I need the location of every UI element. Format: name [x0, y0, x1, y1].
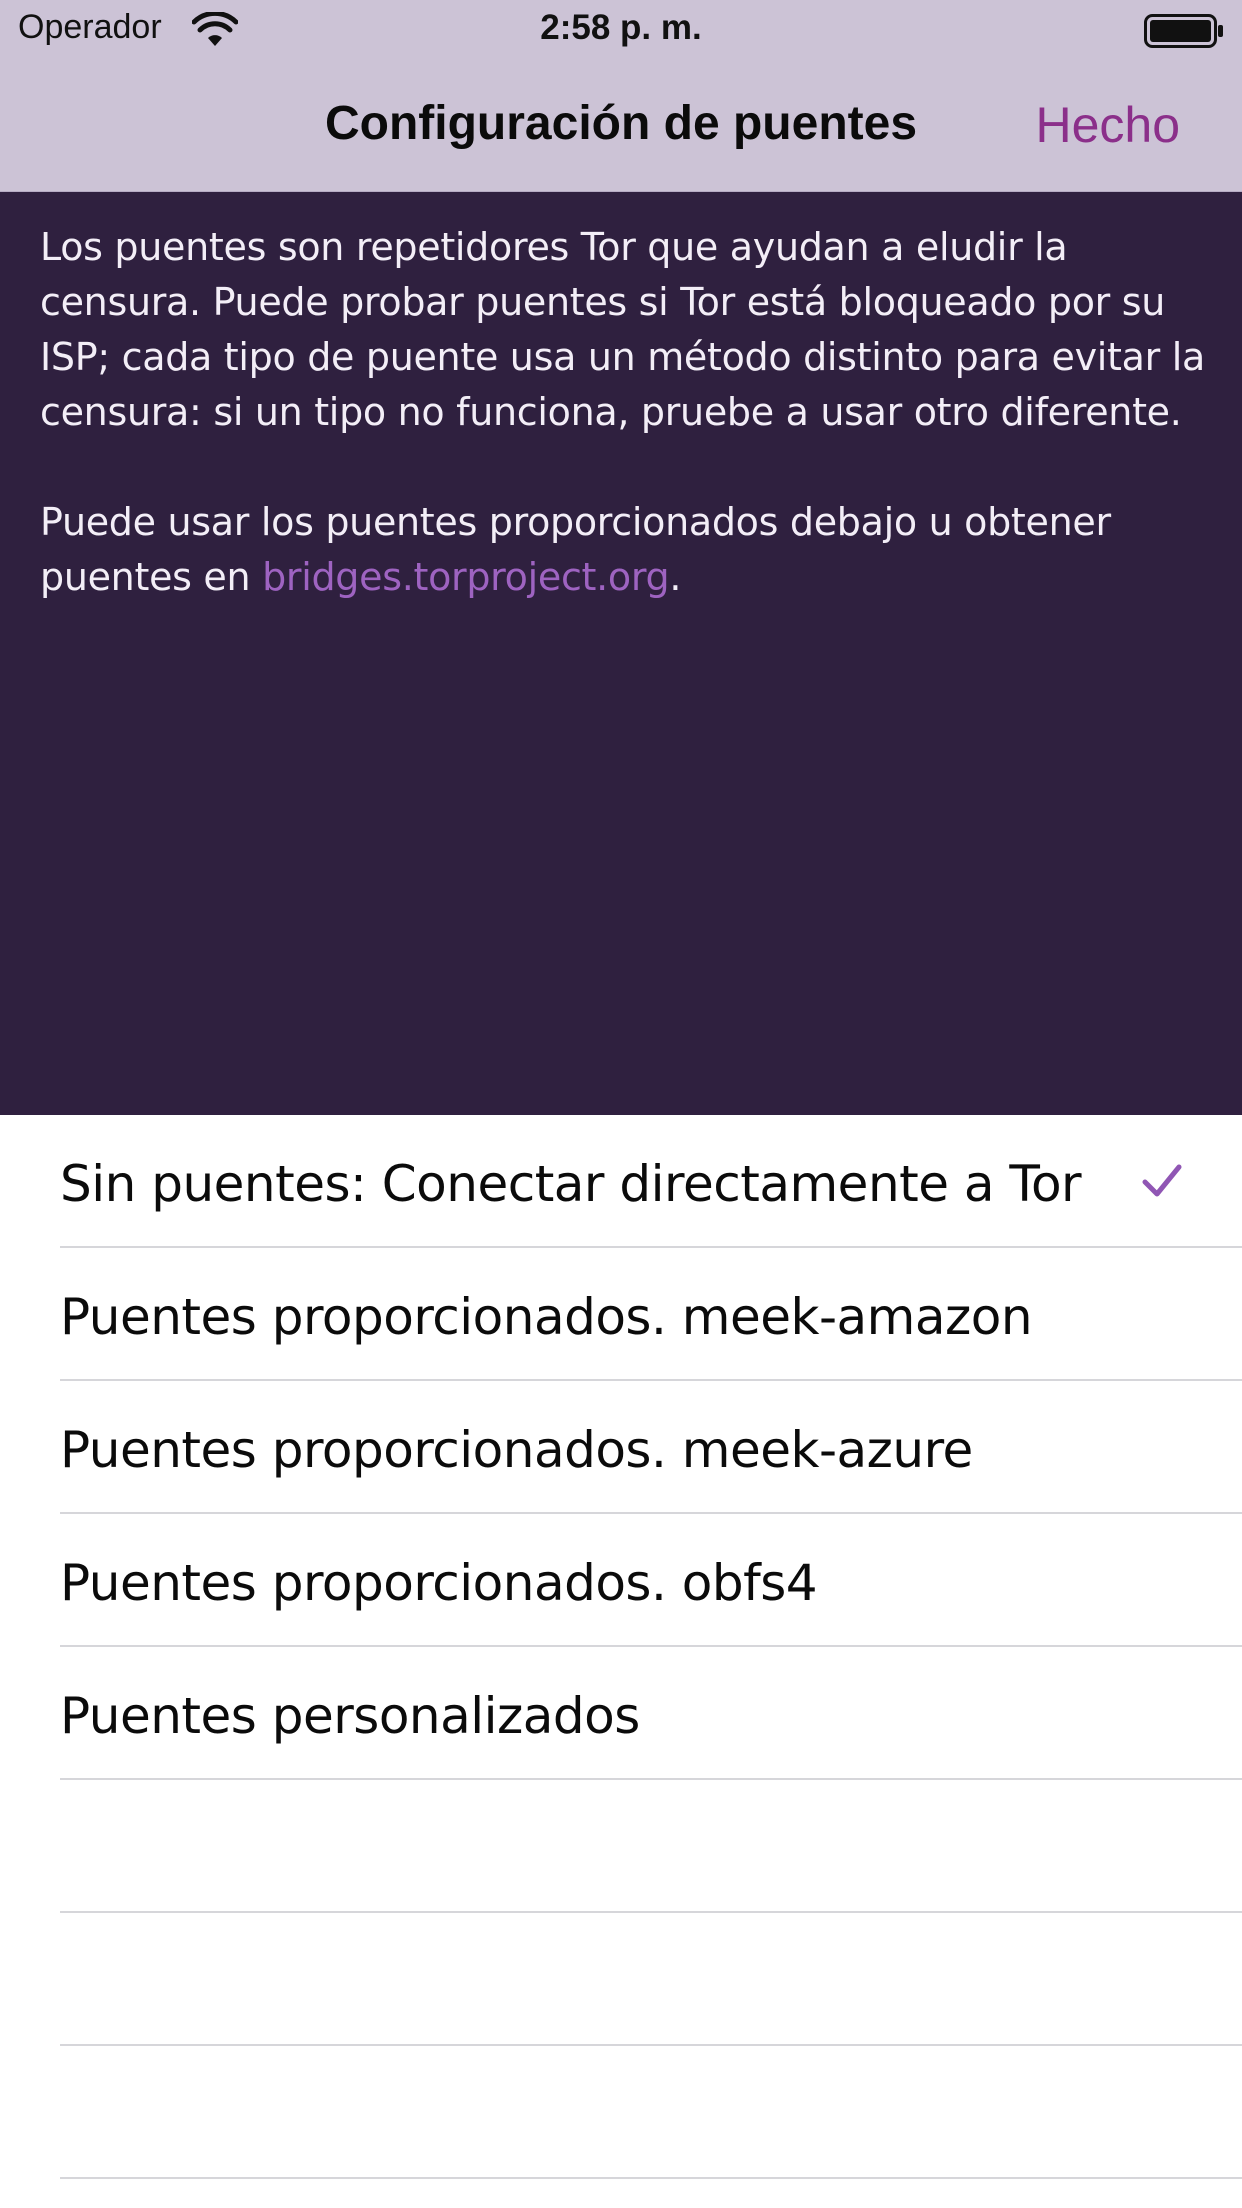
bridge-option-label: Puentes proporcionados. obfs4: [60, 1554, 818, 1612]
bridge-option-obfs4[interactable]: Puentes proporcionados. obfs4: [60, 1514, 1242, 1647]
empty-table-row: [60, 2046, 1242, 2179]
bridge-option-meek-azure[interactable]: Puentes proporcionados. meek-azure: [60, 1381, 1242, 1514]
intro-paragraph-1: Los puentes son repetidores Tor que ayud…: [40, 225, 1205, 434]
empty-table-row: [60, 1913, 1242, 2046]
bridge-option-no-bridges[interactable]: Sin puentes: Conectar directamente a Tor: [60, 1115, 1242, 1248]
top-bar: Operador 2:58 p. m. Configuración de pue…: [0, 0, 1242, 192]
intro-paragraph-2: Puede usar los puentes proporcionados de…: [40, 495, 1210, 605]
bridge-option-meek-amazon[interactable]: Puentes proporcionados. meek-amazon: [60, 1248, 1242, 1381]
empty-table-row: [60, 1780, 1242, 1913]
intro-paragraph-2-suffix: .: [669, 555, 682, 599]
status-bar: Operador 2:58 p. m.: [0, 0, 1242, 60]
bridge-option-label: Puentes personalizados: [60, 1687, 640, 1745]
bridges-link[interactable]: bridges.torproject.org: [262, 555, 670, 599]
bridge-option-label: Sin puentes: Conectar directamente a Tor: [60, 1155, 1082, 1213]
battery-full-icon: [1144, 14, 1223, 48]
bridge-option-label: Puentes proporcionados. meek-azure: [60, 1421, 973, 1479]
bridge-option-label: Puentes proporcionados. meek-amazon: [60, 1288, 1033, 1346]
bridge-options-list: Sin puentes: Conectar directamente a Tor…: [0, 1115, 1242, 2179]
checkmark-icon: [1142, 1164, 1182, 1197]
intro-description: Los puentes son repetidores Tor que ayud…: [40, 220, 1210, 660]
status-time: 2:58 p. m.: [540, 8, 702, 47]
intro-panel: Los puentes son repetidores Tor que ayud…: [0, 192, 1242, 1115]
done-button[interactable]: Hecho: [1035, 96, 1180, 154]
bridge-option-custom[interactable]: Puentes personalizados: [60, 1647, 1242, 1780]
